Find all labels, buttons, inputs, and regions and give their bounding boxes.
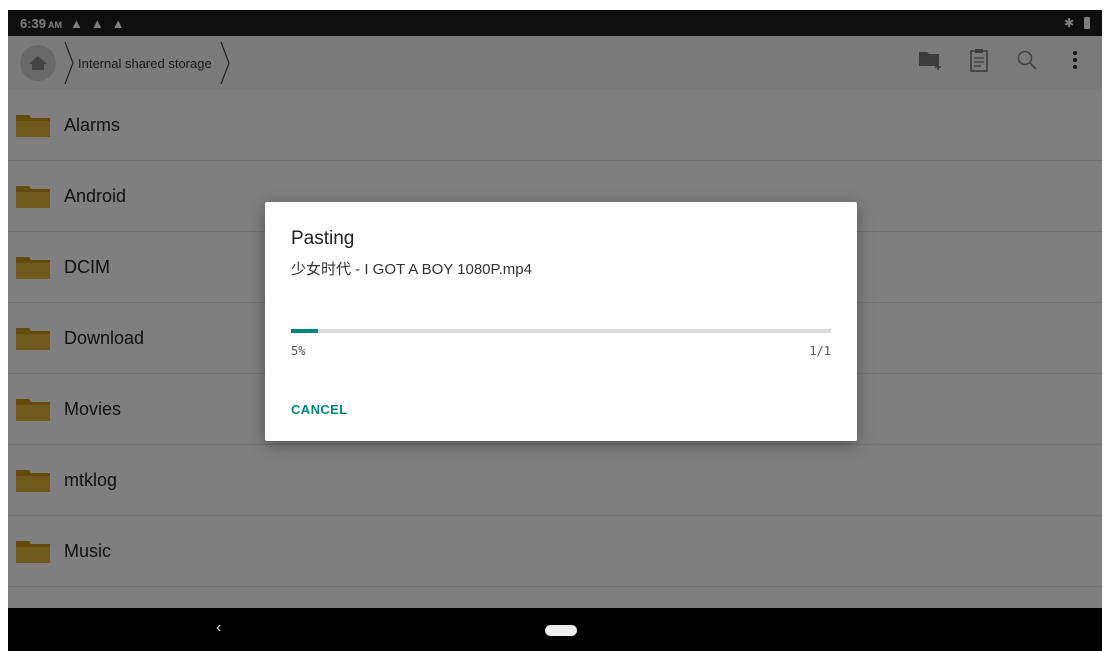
cancel-button[interactable]: CANCEL xyxy=(291,402,348,417)
dialog-title: Pasting xyxy=(291,228,355,249)
progress-percent: 5% xyxy=(291,344,306,358)
back-icon[interactable]: ‹ xyxy=(216,619,221,637)
device-screen: 6:39AM ▲ ▲ ▲ ✱ Internal shared storage xyxy=(8,10,1102,651)
progress-count: 1/1 xyxy=(809,344,831,358)
navigation-bar: ‹ xyxy=(8,608,1102,651)
progress-fill xyxy=(291,329,318,333)
dialog-file-name: 少女时代 - I GOT A BOY 1080P.mp4 xyxy=(291,261,532,278)
paste-progress-dialog: Pasting 少女时代 - I GOT A BOY 1080P.mp4 5% … xyxy=(265,202,857,441)
progress-bar xyxy=(291,329,831,333)
home-pill-icon[interactable] xyxy=(545,625,577,636)
